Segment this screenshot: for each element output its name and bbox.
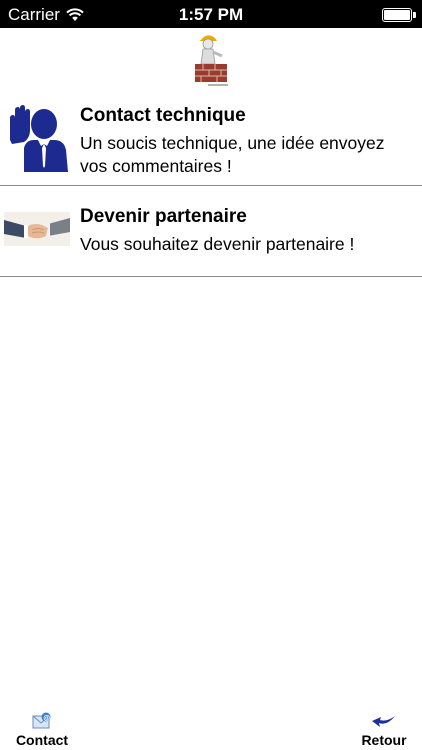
retour-tab[interactable]: Retour [358, 712, 410, 748]
contact-label: Contact [15, 732, 69, 748]
tab-bar: @ Contact Retour [0, 708, 422, 750]
status-bar: Carrier 1:57 PM [0, 0, 422, 28]
list-item-contact-technique[interactable]: Contact technique Un soucis technique, u… [0, 96, 422, 186]
contact-tab[interactable]: @ Contact [8, 712, 76, 748]
retour-label: Retour [361, 732, 407, 748]
worker-brick-wall-logo [195, 35, 229, 87]
status-time: 1:57 PM [178, 5, 244, 24]
row-title: Contact technique [80, 105, 246, 126]
row-description: Vous souhaitez devenir partenaire ! [80, 234, 355, 254]
back-arrow-icon [372, 716, 395, 727]
svg-text:@: @ [43, 714, 50, 722]
battery-icon [382, 8, 416, 22]
row-title: Devenir partenaire [80, 206, 247, 227]
businessman-raised-hand-icon [10, 105, 68, 172]
row-description: Un soucis technique, une idée envoyez vo… [80, 133, 385, 176]
handshake-icon [4, 212, 70, 246]
contact-icon: @ [32, 712, 51, 729]
list-item-devenir-partenaire[interactable]: Devenir partenaire Vous souhaitez deveni… [0, 185, 422, 277]
